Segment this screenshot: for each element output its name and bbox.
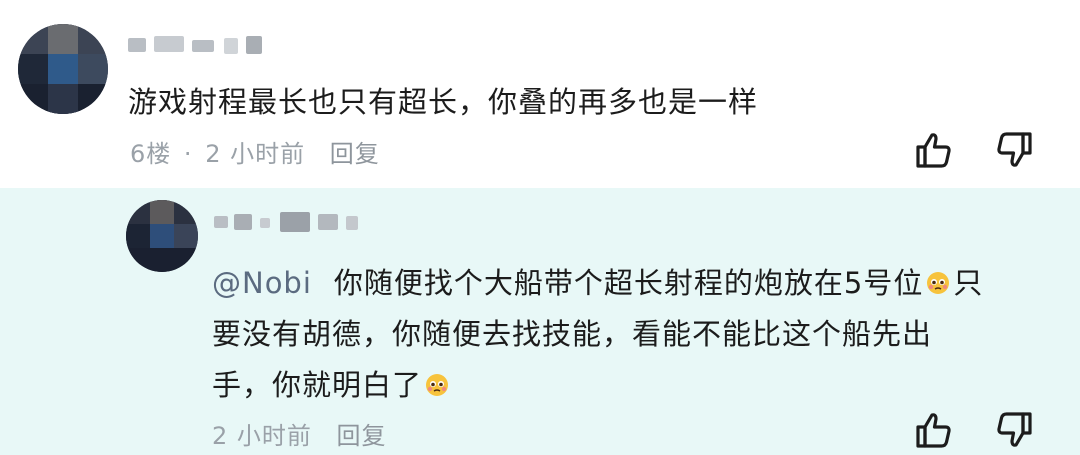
reply-reply-button[interactable]: 回复	[337, 422, 387, 450]
thumbs-up-icon	[916, 413, 951, 448]
reply-dislike-button[interactable]	[992, 408, 1036, 452]
timestamp: 2 小时前	[205, 140, 306, 168]
comment-text: 游戏射程最长也只有超长，你叠的再多也是一样	[128, 85, 759, 119]
reply-timestamp: 2 小时前	[212, 422, 312, 450]
reply-text: @Nobi 你随便找个大船带个超长射程的炮放在5号位只 要没有胡德，你随便去找技能…	[212, 258, 1042, 411]
meta-separator: ·	[183, 140, 193, 168]
thumbs-down-icon	[997, 412, 1032, 447]
reply-like-button[interactable]	[912, 408, 956, 452]
mention-link[interactable]: @Nobi	[212, 266, 312, 300]
floor-number: 6楼	[130, 140, 172, 168]
reply-button[interactable]: 回复	[330, 140, 380, 168]
reply-avatar[interactable]	[126, 200, 198, 272]
reply-text-part: 手，你就明白了	[212, 368, 423, 402]
reply-text-part: 你随便找个大船带个超长射程的炮放在5号位	[333, 266, 924, 300]
reply-text-part: 要没有胡德，你随便去找技能，看能不能比这个船先出	[212, 317, 933, 351]
reply-username-blurred[interactable]	[214, 212, 364, 234]
like-button[interactable]	[912, 128, 956, 172]
reply-meta: 2 小时前 回复	[212, 416, 387, 451]
comment-meta: 6楼 · 2 小时前 回复	[130, 134, 380, 169]
thumbs-down-icon	[997, 132, 1032, 167]
thumbs-up-icon	[916, 133, 951, 168]
pleading-face-emoji	[424, 363, 450, 396]
reply-text-part: 只	[953, 266, 984, 300]
pleading-face-emoji	[925, 261, 951, 294]
dislike-button[interactable]	[992, 128, 1036, 172]
username-blurred[interactable]	[128, 34, 268, 56]
avatar[interactable]	[18, 24, 108, 114]
